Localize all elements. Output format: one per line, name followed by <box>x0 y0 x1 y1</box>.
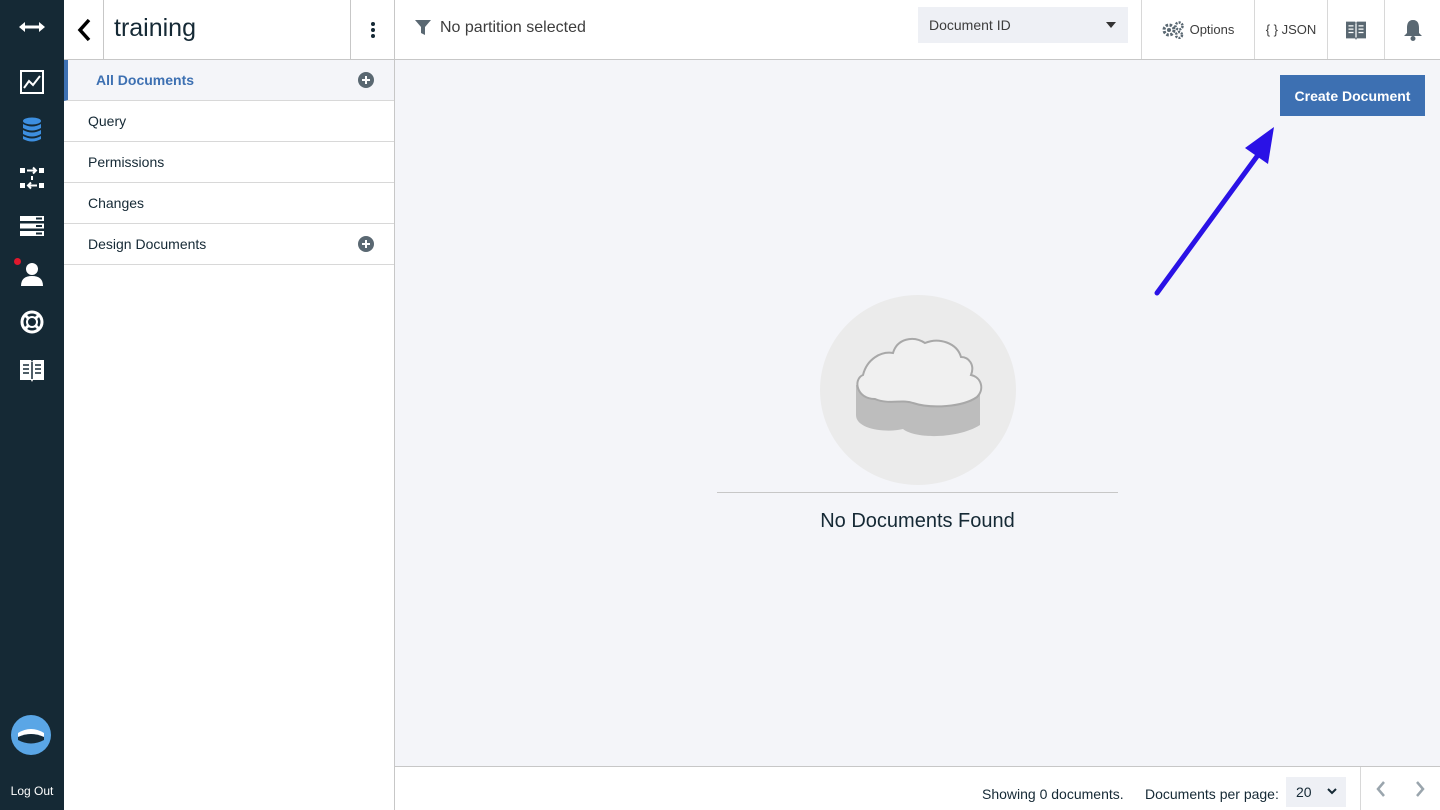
activity-chart-icon[interactable] <box>0 62 64 102</box>
previous-page-icon[interactable] <box>1375 780 1387 798</box>
database-icon[interactable] <box>0 110 64 150</box>
database-menu-button[interactable] <box>350 0 394 59</box>
sidebar-item-label: All Documents <box>96 72 195 88</box>
api-docs-button[interactable] <box>1328 0 1384 59</box>
create-document-button[interactable]: Create Document <box>1280 75 1425 116</box>
empty-state-divider <box>717 492 1118 493</box>
sidebar-item-permissions[interactable]: Permissions <box>64 142 394 183</box>
per-page-value: 20 <box>1296 784 1312 800</box>
user-icon[interactable] <box>0 254 64 294</box>
documents-count: Showing 0 documents. <box>982 786 1124 802</box>
sidebar-item-all-documents[interactable]: All Documents <box>64 60 394 101</box>
database-header: training <box>64 0 394 60</box>
gears-icon <box>1162 20 1184 39</box>
sidebar-item-query[interactable]: Query <box>64 101 394 142</box>
partition-label: No partition selected <box>440 19 586 36</box>
empty-state-message: No Documents Found <box>820 510 1015 532</box>
sidebar-item-design-documents[interactable]: Design Documents <box>64 224 394 265</box>
book-icon <box>1346 21 1366 40</box>
database-sidebar: training All Documents Query Permissions… <box>64 0 395 810</box>
filter-icon <box>415 20 431 35</box>
empty-cloud-database-icon <box>856 337 983 437</box>
add-design-document-icon[interactable] <box>358 236 374 252</box>
server-icon[interactable] <box>0 206 64 246</box>
expand-icon[interactable] <box>0 7 64 47</box>
documentation-book-icon[interactable] <box>0 350 64 390</box>
partition-selector[interactable]: No partition selected <box>415 19 586 37</box>
pager-divider <box>1360 767 1361 810</box>
notification-dot <box>14 258 21 265</box>
back-button[interactable] <box>64 0 104 59</box>
per-page-select[interactable]: 20 <box>1286 777 1346 807</box>
couchdb-logo-icon[interactable] <box>11 715 51 755</box>
sidebar-item-label: Permissions <box>88 154 165 170</box>
empty-state-illustration <box>820 295 1016 485</box>
sidebar-item-changes[interactable]: Changes <box>64 183 394 224</box>
sidebar-item-label: Changes <box>88 195 145 211</box>
options-button[interactable]: Options <box>1142 0 1254 59</box>
next-page-icon[interactable] <box>1414 780 1426 798</box>
database-name: training <box>114 14 196 42</box>
annotation-arrow-icon <box>1154 127 1274 296</box>
chevron-left-icon <box>77 18 90 41</box>
json-label: { } JSON <box>1265 22 1317 37</box>
add-document-icon[interactable] <box>358 72 374 88</box>
select-value: Document ID <box>929 17 1011 33</box>
sidebar-item-label: Query <box>88 113 127 129</box>
top-toolbar: No partition selected Document ID Option… <box>395 0 1440 60</box>
document-id-select[interactable]: Document ID <box>918 7 1128 43</box>
app-nav-rail: Log Out <box>0 0 64 810</box>
replication-icon[interactable] <box>0 158 64 198</box>
per-page-label: Documents per page: <box>1145 786 1279 802</box>
bell-icon <box>1403 19 1422 41</box>
options-label: Options <box>1189 22 1235 37</box>
chevron-down-icon <box>1327 788 1337 795</box>
pagination-footer: Showing 0 documents. Documents per page:… <box>395 766 1440 810</box>
notifications-button[interactable] <box>1385 0 1440 59</box>
kebab-menu-icon <box>370 21 375 38</box>
json-button[interactable]: { } JSON <box>1255 0 1327 59</box>
caret-down-icon <box>1106 22 1116 28</box>
sidebar-item-label: Design Documents <box>88 236 207 252</box>
logout-link[interactable]: Log Out <box>0 784 64 798</box>
help-lifebuoy-icon[interactable] <box>0 302 64 342</box>
